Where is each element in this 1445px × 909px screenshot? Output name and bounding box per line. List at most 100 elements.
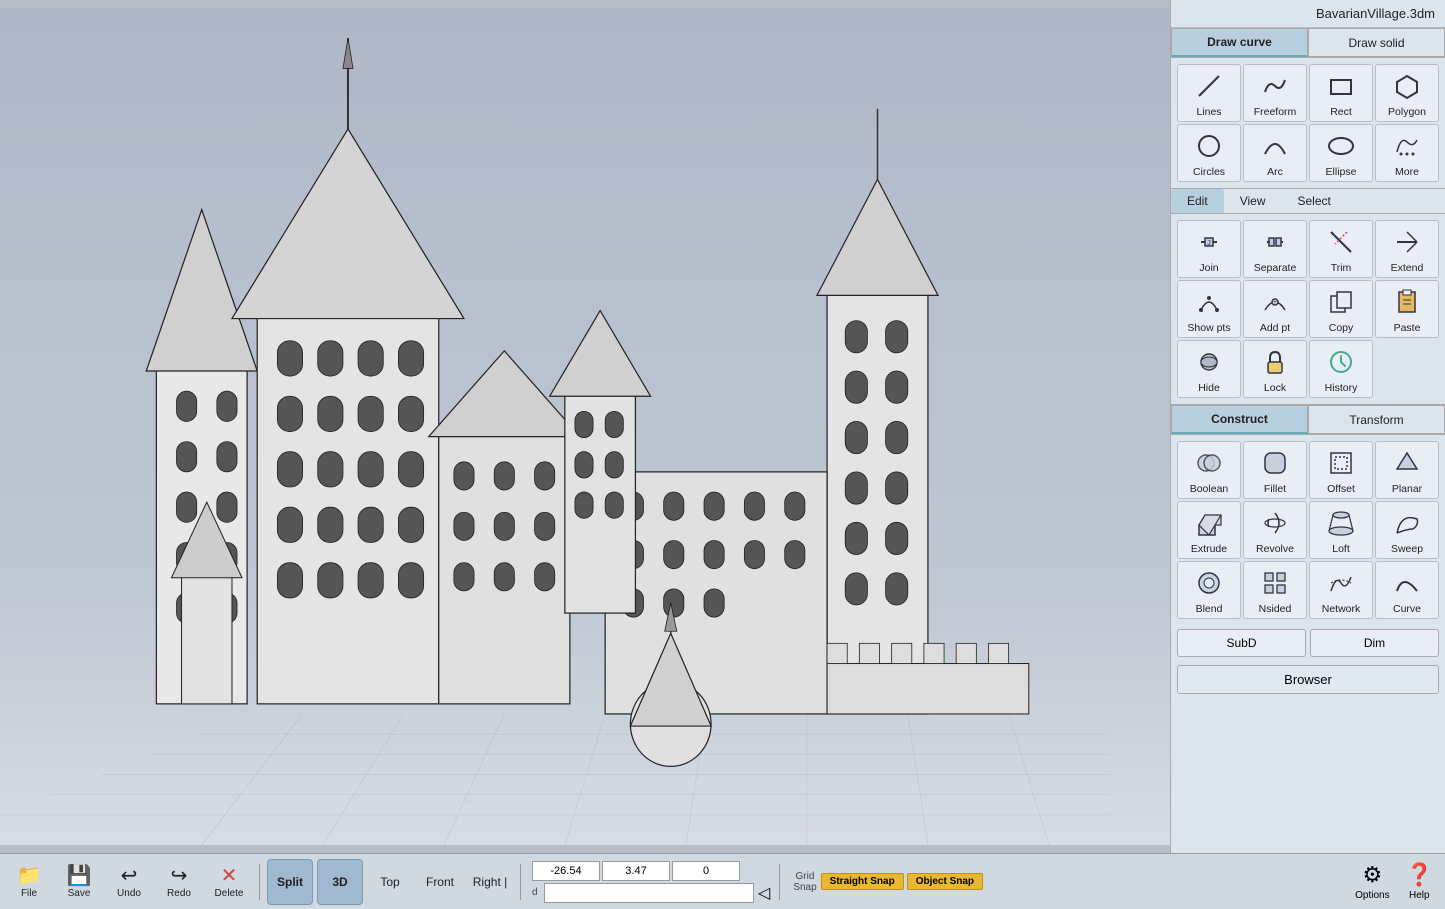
save-label: Save bbox=[68, 888, 91, 899]
coord-d[interactable] bbox=[544, 883, 754, 903]
3d-button[interactable]: 3D bbox=[317, 859, 363, 905]
tool-curve[interactable]: Curve bbox=[1375, 561, 1439, 619]
browser-button[interactable]: Browser bbox=[1177, 665, 1439, 694]
delete-button[interactable]: ✕ Delete bbox=[206, 859, 252, 905]
tool-circles-label: Circles bbox=[1193, 166, 1225, 178]
tool-addpt[interactable]: + Add pt bbox=[1243, 280, 1307, 338]
tool-extrude[interactable]: Extrude bbox=[1177, 501, 1241, 559]
front-button[interactable]: Front bbox=[417, 859, 463, 905]
tab-subd[interactable]: SubD bbox=[1177, 629, 1306, 657]
tool-addpt-label: Add pt bbox=[1260, 322, 1290, 334]
subd-dim-tabs: SubD Dim bbox=[1171, 625, 1445, 661]
draw-curve-tools: Lines Freeform Rect Polygo bbox=[1171, 58, 1445, 188]
save-button[interactable]: 💾 Save bbox=[56, 859, 102, 905]
coords-row-bottom: d ◁ bbox=[532, 883, 772, 903]
coord-x[interactable] bbox=[532, 861, 600, 881]
file-icon: 📁 bbox=[17, 864, 42, 888]
tool-arc-label: Arc bbox=[1267, 166, 1283, 178]
tool-nsided[interactable]: Nsided bbox=[1243, 561, 1307, 619]
tool-paste[interactable]: Paste bbox=[1375, 280, 1439, 338]
right-button[interactable]: Right | bbox=[467, 859, 513, 905]
tool-extend-label: Extend bbox=[1391, 262, 1424, 274]
straight-snap-button[interactable]: Straight Snap bbox=[821, 873, 904, 890]
options-label: Options bbox=[1355, 890, 1389, 901]
coord-y[interactable] bbox=[602, 861, 670, 881]
curve-icon bbox=[1393, 569, 1421, 601]
help-icon[interactable]: ❓ bbox=[1406, 862, 1433, 888]
undo-button[interactable]: ↩ Undo bbox=[106, 859, 152, 905]
tool-blend[interactable]: Blend bbox=[1177, 561, 1241, 619]
undo-label: Undo bbox=[117, 888, 141, 899]
tool-history-label: History bbox=[1325, 382, 1358, 394]
tool-loft-label: Loft bbox=[1332, 543, 1350, 555]
tool-trim[interactable]: Trim bbox=[1309, 220, 1373, 278]
tool-revolve[interactable]: Revolve bbox=[1243, 501, 1307, 559]
tool-extrude-label: Extrude bbox=[1191, 543, 1227, 555]
tool-sweep[interactable]: Sweep bbox=[1375, 501, 1439, 559]
options-icon[interactable]: ⚙ bbox=[1362, 862, 1382, 888]
tool-planar-label: Planar bbox=[1392, 483, 1422, 495]
tool-more-draw[interactable]: More bbox=[1375, 124, 1439, 182]
tool-fillet-label: Fillet bbox=[1264, 483, 1286, 495]
tool-trim-label: Trim bbox=[1331, 262, 1352, 274]
coord-triangle[interactable]: ◁ bbox=[756, 883, 772, 903]
viewport-3d[interactable]: 3D bbox=[0, 0, 1170, 853]
tool-lines[interactable]: Lines bbox=[1177, 64, 1241, 122]
extend-icon bbox=[1393, 228, 1421, 260]
tab-draw-solid[interactable]: Draw solid bbox=[1308, 28, 1445, 57]
tool-rect[interactable]: Rect bbox=[1309, 64, 1373, 122]
file-button[interactable]: 📁 File bbox=[6, 859, 52, 905]
tool-offset[interactable]: Offset bbox=[1309, 441, 1373, 499]
top-button[interactable]: Top bbox=[367, 859, 413, 905]
object-snap-button[interactable]: Object Snap bbox=[907, 873, 983, 890]
tab-edit[interactable]: Edit bbox=[1171, 189, 1224, 213]
svg-text:+: + bbox=[1272, 297, 1277, 307]
loft-icon bbox=[1327, 509, 1355, 541]
tool-circles[interactable]: Circles bbox=[1177, 124, 1241, 182]
tab-select[interactable]: Select bbox=[1281, 189, 1346, 213]
tool-polygon[interactable]: Polygon bbox=[1375, 64, 1439, 122]
file-title: BavarianVillage.3dm bbox=[1171, 0, 1445, 28]
tab-transform[interactable]: Transform bbox=[1308, 405, 1445, 434]
tab-draw-curve[interactable]: Draw curve bbox=[1171, 28, 1308, 57]
redo-icon: ↪ bbox=[171, 864, 188, 888]
redo-button[interactable]: ↪ Redo bbox=[156, 859, 202, 905]
tool-arc[interactable]: Arc bbox=[1243, 124, 1307, 182]
tab-view[interactable]: View bbox=[1224, 189, 1282, 213]
split-label: Split bbox=[277, 875, 303, 889]
tool-loft[interactable]: Loft bbox=[1309, 501, 1373, 559]
hide-icon bbox=[1195, 348, 1223, 380]
tool-separate-label: Separate bbox=[1254, 262, 1297, 274]
tool-history[interactable]: History bbox=[1309, 340, 1373, 398]
tool-rect-label: Rect bbox=[1330, 106, 1352, 118]
tool-paste-label: Paste bbox=[1394, 322, 1421, 334]
revolve-icon bbox=[1261, 509, 1289, 541]
lock-icon bbox=[1261, 348, 1289, 380]
tool-hide[interactable]: Hide bbox=[1177, 340, 1241, 398]
tool-ellipse[interactable]: Ellipse bbox=[1309, 124, 1373, 182]
tool-lock[interactable]: Lock bbox=[1243, 340, 1307, 398]
tool-planar[interactable]: Planar bbox=[1375, 441, 1439, 499]
tool-boolean[interactable]: Boolean bbox=[1177, 441, 1241, 499]
split-button[interactable]: Split bbox=[267, 859, 313, 905]
tool-copy[interactable]: Copy bbox=[1309, 280, 1373, 338]
coord-z[interactable] bbox=[672, 861, 740, 881]
save-icon: 💾 bbox=[67, 864, 92, 888]
tab-construct[interactable]: Construct bbox=[1171, 405, 1308, 434]
circles-icon bbox=[1195, 132, 1223, 164]
tool-separate[interactable]: Separate bbox=[1243, 220, 1307, 278]
copy-icon bbox=[1327, 288, 1355, 320]
separate-icon bbox=[1261, 228, 1289, 260]
coords-area: d ◁ bbox=[532, 861, 772, 903]
tool-join[interactable]: J Join bbox=[1177, 220, 1241, 278]
tool-fillet[interactable]: Fillet bbox=[1243, 441, 1307, 499]
tab-dim[interactable]: Dim bbox=[1310, 629, 1439, 657]
tool-freeform[interactable]: Freeform bbox=[1243, 64, 1307, 122]
fillet-icon bbox=[1261, 449, 1289, 481]
rect-icon bbox=[1327, 72, 1355, 104]
blend-icon bbox=[1195, 569, 1223, 601]
tool-network[interactable]: Network bbox=[1309, 561, 1373, 619]
paste-icon bbox=[1393, 288, 1421, 320]
tool-extend[interactable]: Extend bbox=[1375, 220, 1439, 278]
tool-showpts[interactable]: Show pts bbox=[1177, 280, 1241, 338]
